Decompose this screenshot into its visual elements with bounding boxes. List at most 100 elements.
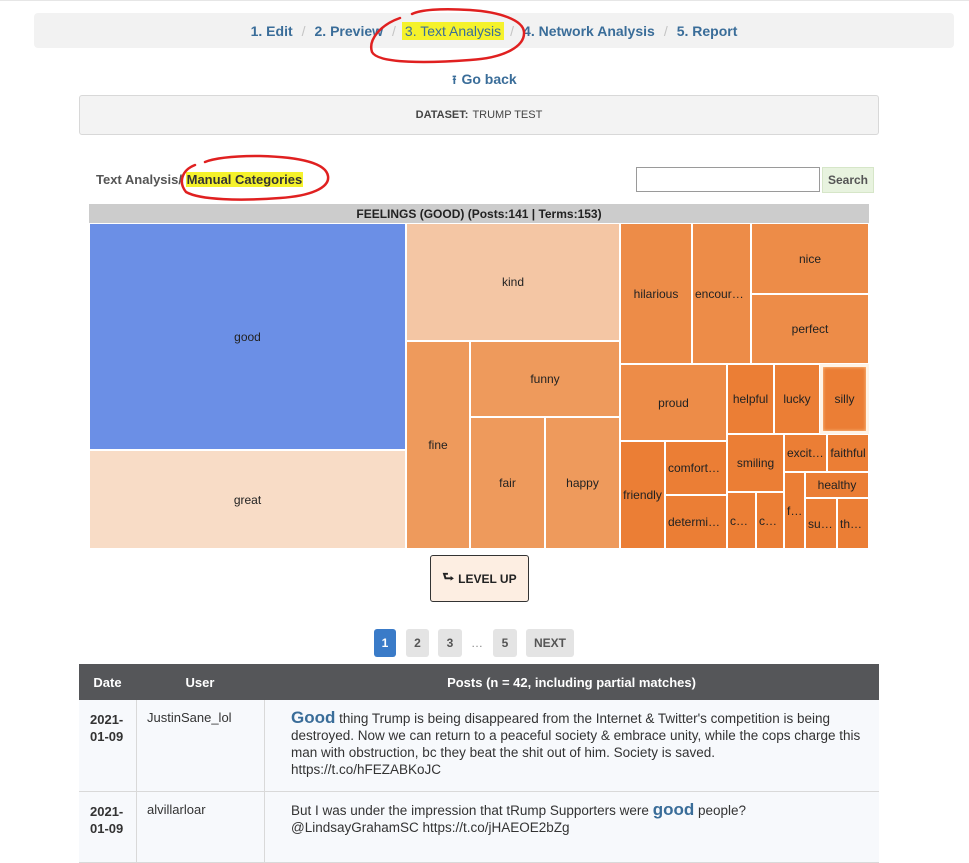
treemap-cell-lucky[interactable]: lucky [774,364,820,434]
treemap-cell-fair[interactable]: fair [470,417,545,549]
treemap-cell-kind[interactable]: kind [406,223,620,341]
cell-label: excited [787,446,826,460]
treemap-cell-encouraging[interactable]: encoura… [692,223,751,364]
search-button[interactable]: Search [822,167,874,193]
post-text: But I was under the impression that tRum… [291,801,861,836]
pagination: 1 2 3 … 5 NEXT [0,629,969,657]
cell-label: proud [658,395,689,410]
level-up-button[interactable]: ⮑ LEVEL UP [430,555,529,602]
date-monthday: 01-09 [90,821,124,836]
treemap-cell-silly[interactable]: silly [820,364,869,434]
cell-label: fair [499,476,516,490]
treemap-header: FEELINGS (GOOD) (Posts:141 | Terms:153) [89,204,869,223]
treemap-cell-calm[interactable]: calm [727,492,756,549]
user-cell: JustinSane_lol [136,700,265,791]
table-row: 2021- 01-09 JustinSane_lol Good thing Tru… [79,700,879,792]
column-header-user[interactable]: User [136,664,264,700]
treemap: good great kind fine funny fair happy hi… [89,223,869,549]
cell-label: fine [428,438,448,452]
treemap-cell-perfect[interactable]: perfect [751,294,869,364]
dataset-label: DATASET: [415,109,469,121]
next-page-button[interactable]: NEXT [526,629,574,657]
post-body: thing Trump is being disappeared from th… [291,711,861,777]
step-separator: / [510,22,515,39]
treemap-cell-fa[interactable]: fa… [784,472,805,549]
treemap-cell-nice[interactable]: nice [751,223,869,294]
date-year: 2021- [90,804,124,819]
treemap-cell-great[interactable]: great [89,450,406,549]
cell-label: silly [834,392,855,406]
cell-label: tho… [840,516,868,531]
cell-label: happy [566,476,599,490]
cell-label: good [234,329,261,344]
table-row: 2021- 01-09 alvillarloar But I was under … [79,792,879,863]
page-button-3[interactable]: 3 [438,629,462,657]
treemap-cell-proud[interactable]: proud [620,364,727,441]
cell-label: suc… [808,516,836,531]
matched-keyword: good [652,800,695,819]
step-report[interactable]: 5. Report [674,23,741,39]
step-separator: / [663,22,668,39]
cell-label: funny [530,372,560,386]
page-button-5[interactable]: 5 [493,629,517,657]
treemap-cell-comfortable[interactable]: comforta… [665,441,727,495]
cell-label: co… [759,513,783,528]
cell-label: perfect [791,322,829,336]
treemap-cell-smiling[interactable]: smiling [727,434,784,492]
step-network-analysis[interactable]: 4. Network Analysis [520,23,658,39]
treemap-cell-tho[interactable]: tho… [837,498,869,549]
dataset-name: TRUMP TEST [472,109,543,121]
cell-label: encoura… [695,286,750,301]
cell-label: healthy [817,478,857,492]
cell-label: faithful [830,446,866,460]
cell-label: smiling [736,456,775,470]
post-body-before: But I was under the impression that tRum… [291,803,653,818]
date-monthday: 01-09 [90,729,124,744]
treemap-cell-friendly[interactable]: friendly [620,441,665,549]
breadcrumb-text-analysis[interactable]: Text Analysis [96,172,178,187]
breadcrumb-manual-categories: Manual Categories [185,172,304,187]
post-cell: Good thing Trump is being disappeared fr… [264,700,879,791]
top-border [0,0,969,1]
step-separator: / [392,22,396,39]
search-input[interactable] [636,167,820,192]
username[interactable]: alvillarloar [147,802,206,817]
date-cell: 2021- 01-09 [79,700,137,791]
column-header-posts[interactable]: Posts (n = 42, including partial matches… [264,664,879,700]
treemap-cell-healthy[interactable]: healthy [805,472,869,498]
matched-keyword: Good [291,708,336,727]
cell-label: friendly [623,488,662,502]
breadcrumb: Text Analysis/ Manual Categories [96,172,304,187]
go-back-link[interactable]: ⭱ Go back [0,71,969,92]
page-button-1[interactable]: 1 [374,629,396,657]
treemap-cell-fine[interactable]: fine [406,341,470,549]
dataset-banner: DATASET: TRUMP TEST [79,95,879,135]
date-year: 2021- [90,712,124,727]
treemap-cell-faithful[interactable]: faithful [827,434,869,472]
step-nav: 1. Edit / 2. Preview / 3. Text Analysis … [34,13,954,48]
username[interactable]: JustinSane_lol [147,710,232,725]
step-edit[interactable]: 1. Edit [248,23,296,39]
treemap-cell-good[interactable]: good [89,223,406,450]
treemap-cell-helpful[interactable]: helpful [727,364,774,434]
treemap-cell-determined[interactable]: determined [665,495,727,549]
treemap-cell-suc[interactable]: suc… [805,498,837,549]
treemap-cell-funny[interactable]: funny [470,341,620,417]
treemap-cell-excited[interactable]: excited [784,434,827,472]
step-separator: / [301,22,306,39]
go-back-label: Go back [461,71,517,87]
treemap-cell-hilarious[interactable]: hilarious [620,223,692,364]
cell-label: nice [798,251,821,266]
step-preview[interactable]: 2. Preview [312,23,387,39]
upload-arrow-icon: ⭱ [452,73,457,87]
posts-table: Date User Posts (n = 42, including parti… [79,664,879,863]
treemap-cell-co[interactable]: co… [756,492,784,549]
cell-label: kind [501,275,524,289]
cell-label: calm [730,513,755,528]
step-text-analysis[interactable]: 3. Text Analysis [401,21,505,40]
treemap-cell-happy[interactable]: happy [545,417,620,549]
column-header-date[interactable]: Date [79,664,136,700]
level-up-label: LEVEL UP [458,571,517,586]
cell-label: fa… [787,503,804,518]
page-button-2[interactable]: 2 [406,629,429,657]
